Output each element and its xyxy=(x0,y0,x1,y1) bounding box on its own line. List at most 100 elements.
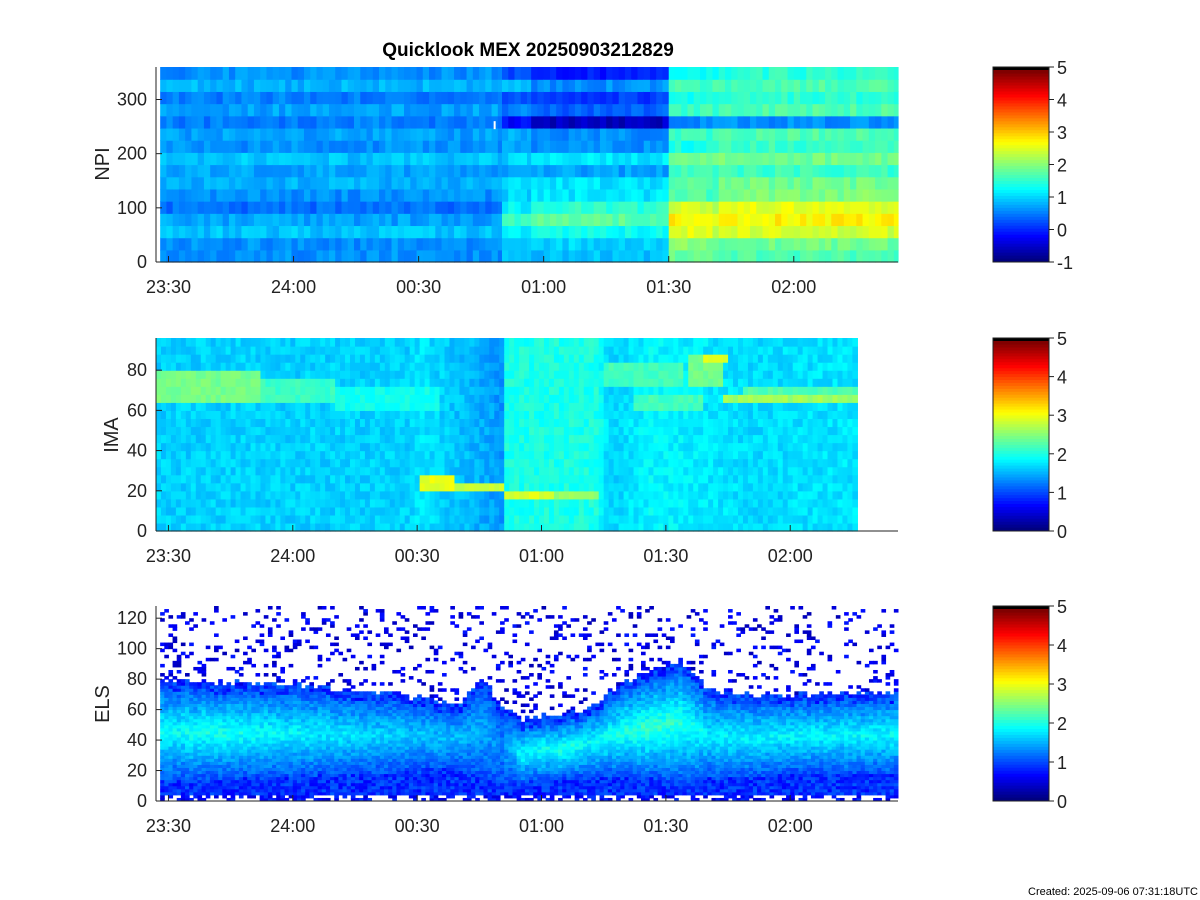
ima-cell xyxy=(772,522,779,532)
ima-cell xyxy=(708,338,714,347)
npi-cell xyxy=(674,140,682,153)
npi-cell xyxy=(893,91,899,105)
npi-cell xyxy=(385,164,393,178)
ima-cell xyxy=(190,370,197,379)
ima-cell xyxy=(728,410,734,420)
ima-cell xyxy=(742,482,749,492)
ima-cell xyxy=(439,418,446,428)
npi-cell xyxy=(247,176,255,190)
ima-cell xyxy=(469,410,475,420)
ima-cell xyxy=(444,354,451,363)
ima-cell xyxy=(737,338,744,347)
ima-cell xyxy=(479,506,485,516)
ima-cell xyxy=(543,490,550,500)
ima-cell xyxy=(290,394,296,403)
npi-cell xyxy=(831,188,839,202)
ima-cell xyxy=(633,402,640,411)
ima-cell xyxy=(310,378,316,387)
ima-cell xyxy=(578,394,585,403)
npi-cell xyxy=(310,237,318,251)
npi-cell xyxy=(310,213,318,227)
ima-cell xyxy=(633,338,640,347)
ima-cell xyxy=(290,506,296,516)
npi-cell xyxy=(812,213,820,227)
ima-cell xyxy=(568,482,575,492)
npi-cell xyxy=(341,91,349,105)
ima-cell xyxy=(718,514,724,524)
npi-cell xyxy=(508,91,516,105)
ima-cell xyxy=(519,402,525,411)
ima-cell xyxy=(369,474,376,484)
ima-cell xyxy=(598,346,605,355)
ima-cell xyxy=(534,450,540,460)
ima-cell xyxy=(718,338,724,347)
ima-cell xyxy=(205,522,212,532)
ima-cell xyxy=(752,338,759,347)
npi-cell xyxy=(322,237,330,251)
ima-cell xyxy=(434,474,441,484)
ima-cell xyxy=(737,418,744,428)
ima-cell xyxy=(529,386,535,395)
ima-cell xyxy=(519,346,525,355)
npi-cell xyxy=(756,249,764,263)
ima-cell xyxy=(340,458,346,468)
npi-cell xyxy=(454,152,461,166)
ima-cell xyxy=(310,442,316,452)
npi-cell xyxy=(662,152,670,166)
ima-cell xyxy=(519,490,525,500)
ima-cell xyxy=(384,522,391,532)
ima-cell xyxy=(315,394,321,403)
ima-cell xyxy=(757,466,764,476)
ima-cell xyxy=(583,490,590,500)
npi-cell xyxy=(743,188,751,202)
npi-cell xyxy=(693,225,701,239)
ima-cell xyxy=(359,450,366,460)
npi-cell xyxy=(793,164,801,178)
npi-cell xyxy=(750,140,757,153)
ima-cell xyxy=(409,498,416,508)
ima-cell xyxy=(618,514,625,524)
ima-cell xyxy=(757,394,764,403)
npi-cell xyxy=(247,67,255,80)
ima-cell xyxy=(205,378,212,387)
ima-cell xyxy=(280,426,286,436)
ima-cell xyxy=(618,466,625,476)
npi-cell xyxy=(316,79,324,92)
npi-cell xyxy=(222,103,230,117)
ima-cell xyxy=(156,410,162,420)
npi-cell xyxy=(850,115,857,129)
ima-cell xyxy=(514,490,520,500)
ima-cell xyxy=(583,498,590,508)
npi-cell xyxy=(297,140,305,153)
npi-cell xyxy=(556,188,564,202)
npi-cell xyxy=(185,91,193,105)
ima-cell xyxy=(399,458,406,468)
ima-cell xyxy=(643,466,650,476)
ima-cell xyxy=(757,498,764,508)
ima-cell xyxy=(708,498,714,508)
npi-cell xyxy=(831,115,839,129)
ima-cell xyxy=(543,434,550,444)
npi-cell xyxy=(593,213,601,227)
ima-cell xyxy=(479,490,485,500)
ima-cell xyxy=(643,378,650,387)
ima-cell xyxy=(772,514,779,524)
npi-cell xyxy=(837,213,845,227)
ima-cell xyxy=(345,442,351,452)
npi-cell xyxy=(354,213,361,227)
npi-cell xyxy=(718,164,726,178)
ima-cell xyxy=(683,474,689,484)
ima-cell xyxy=(384,490,391,500)
npi-cell xyxy=(568,67,576,80)
npi-cell xyxy=(472,164,480,178)
npi-cell xyxy=(404,249,411,263)
ima-cell xyxy=(618,370,625,379)
ima-cell xyxy=(300,466,306,476)
ima-cell xyxy=(747,506,754,516)
ima-cell xyxy=(558,490,565,500)
ima-cell xyxy=(568,370,575,379)
npi-cell xyxy=(662,67,670,80)
ima-cell xyxy=(539,482,545,492)
ima-cell xyxy=(424,458,431,468)
ima-cell xyxy=(354,362,361,371)
